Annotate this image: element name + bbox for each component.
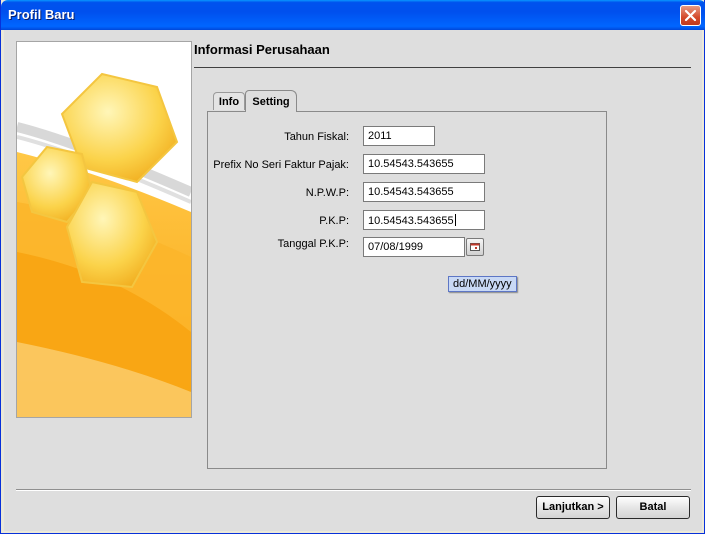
- pkp-field[interactable]: 10.54543.543655: [363, 210, 485, 230]
- pkp-label: P.K.P:: [319, 215, 349, 227]
- npwp-label: N.P.W.P:: [305, 187, 349, 199]
- window-title: Profil Baru: [8, 7, 75, 22]
- footer-divider: [16, 489, 691, 491]
- fiscal-year-field[interactable]: [363, 126, 435, 146]
- next-button[interactable]: Lanjutkan >: [536, 496, 610, 519]
- title-divider: [194, 67, 691, 68]
- date-picker-button[interactable]: [466, 238, 484, 256]
- cancel-button-label: Batal: [639, 501, 667, 513]
- next-button-label: Lanjutkan >: [542, 501, 604, 513]
- page-title: Informasi Perusahaan: [194, 42, 330, 57]
- cancel-button[interactable]: Batal: [616, 496, 690, 519]
- pkp-date-field[interactable]: [363, 237, 465, 257]
- date-format-tooltip: dd/MM/yyyy: [448, 276, 517, 292]
- tab-setting[interactable]: Setting: [245, 90, 297, 112]
- tax-prefix-field[interactable]: [363, 154, 485, 174]
- fiscal-year-label: Tahun Fiskal:: [284, 131, 349, 143]
- tab-info[interactable]: Info: [213, 92, 245, 110]
- close-icon: [684, 9, 697, 22]
- dialog-window: Profil Baru Informasi Perusahaan Info Se…: [0, 0, 705, 534]
- pkp-date-label: Tanggal P.K.P:: [277, 238, 349, 250]
- dialog-content: Informasi Perusahaan Info Setting Tahun …: [4, 30, 702, 531]
- wizard-graphic: [16, 41, 192, 418]
- npwp-field[interactable]: [363, 182, 485, 202]
- tax-prefix-label: Prefix No Seri Faktur Pajak:: [213, 159, 349, 171]
- pkp-value: 10.54543.543655: [368, 215, 454, 227]
- title-bar[interactable]: Profil Baru: [1, 0, 705, 30]
- honeycomb-logo-icon: [17, 42, 191, 417]
- calendar-icon: [470, 243, 480, 251]
- close-button[interactable]: [680, 5, 701, 26]
